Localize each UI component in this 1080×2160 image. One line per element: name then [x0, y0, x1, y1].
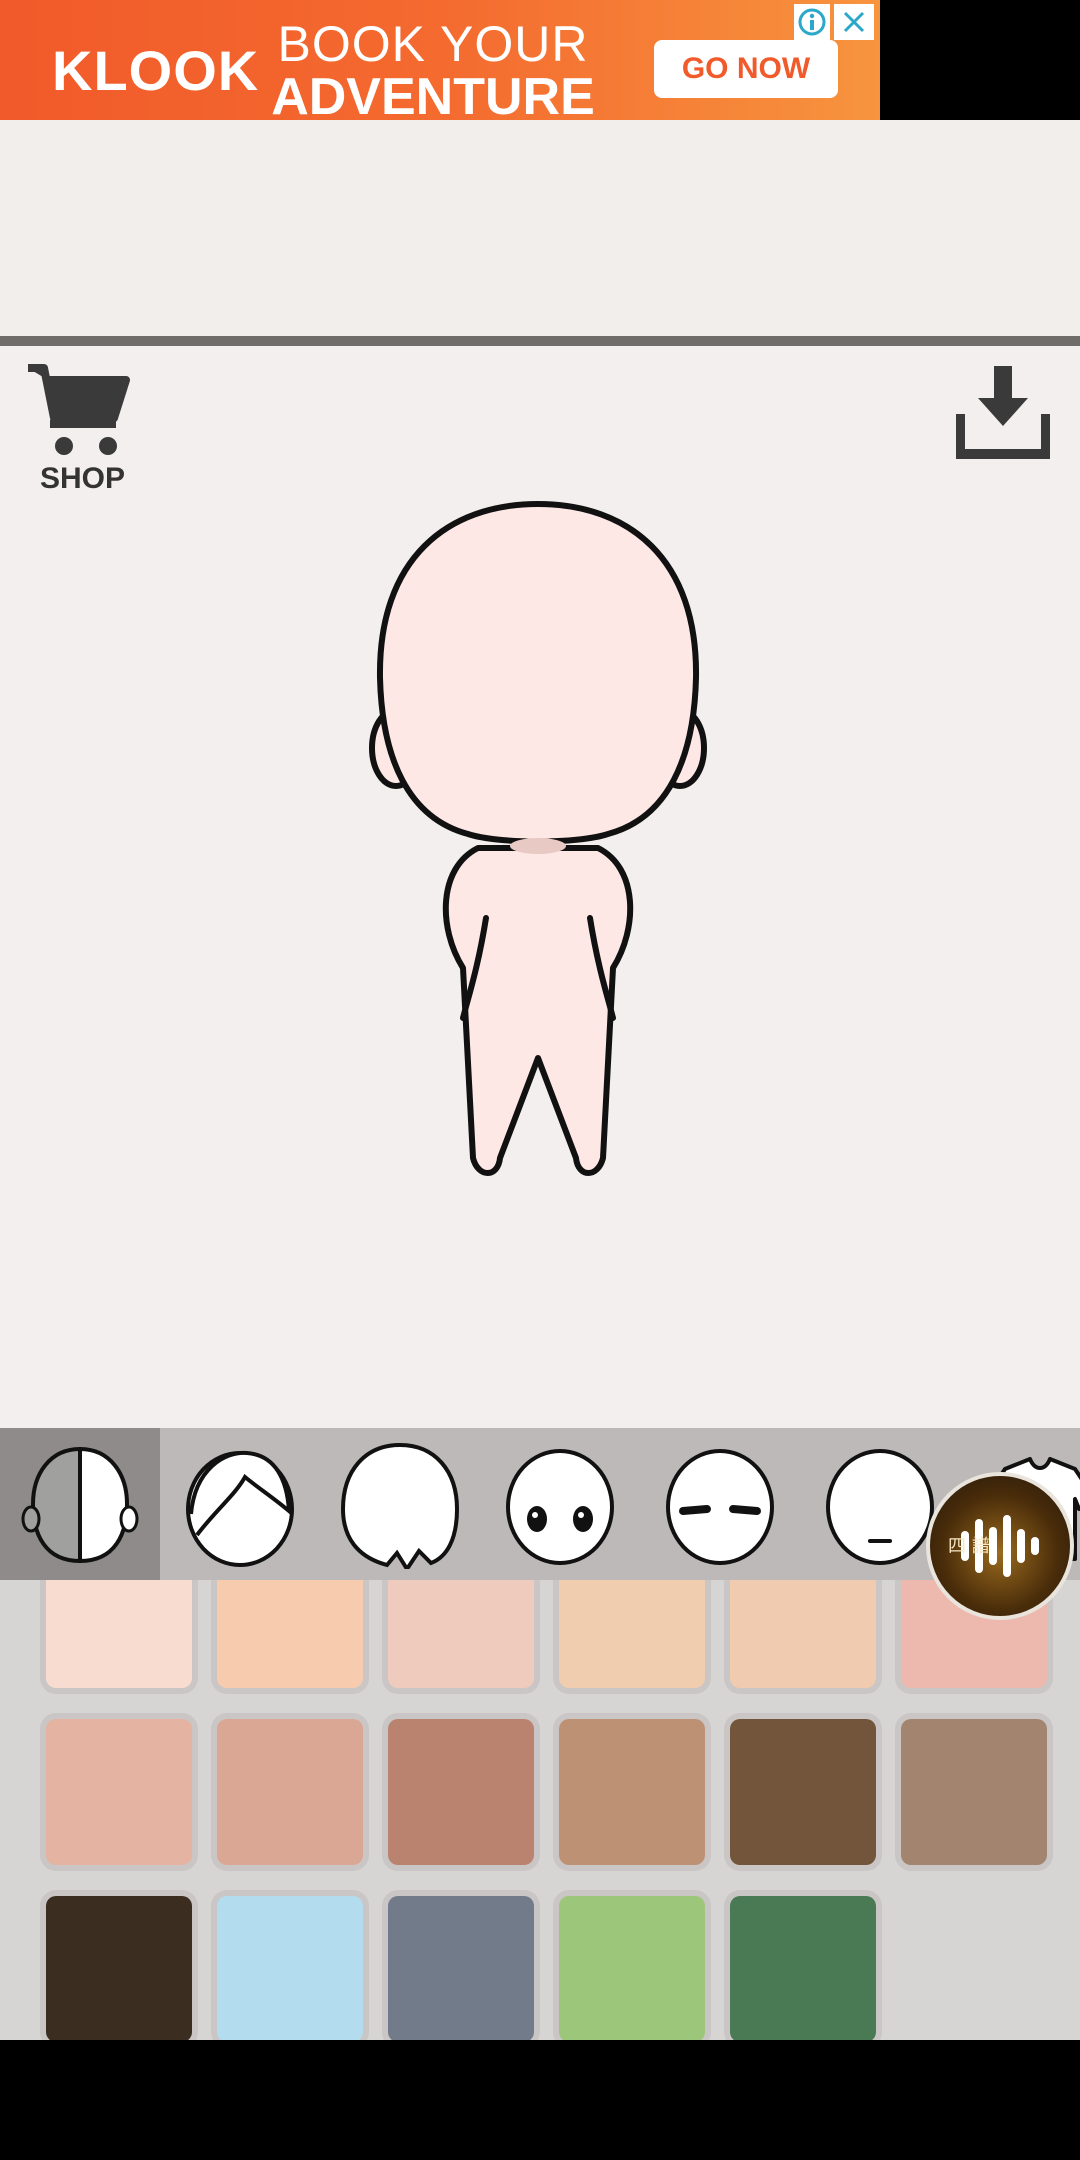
front-hair-icon [340, 1442, 460, 1569]
ad-banner[interactable]: KLOOK BOOK YOUR ADVENTURE GO NOW [0, 0, 880, 136]
skin-color-icon [21, 1446, 139, 1564]
download-button[interactable] [955, 364, 1051, 460]
info-icon[interactable] [794, 4, 830, 40]
category-eyes[interactable] [480, 1428, 640, 1580]
top-panel [0, 120, 1080, 336]
floating-music-button[interactable]: 四 譜 [926, 1472, 1074, 1620]
eyes-icon [506, 1449, 614, 1565]
color-swatch[interactable] [730, 1896, 876, 2040]
close-icon[interactable] [834, 4, 874, 40]
color-swatch[interactable] [730, 1719, 876, 1865]
panel-divider [0, 336, 1080, 346]
category-skin-color[interactable] [0, 1428, 160, 1580]
color-swatch[interactable] [559, 1580, 705, 1688]
ad-headline-line-2: ADVENTURE [271, 68, 595, 126]
color-swatch-grid [0, 1580, 1080, 2040]
color-swatch[interactable] [388, 1896, 534, 2040]
color-swatch[interactable] [46, 1719, 192, 1865]
back-hair-icon [186, 1450, 294, 1567]
color-swatch[interactable] [46, 1896, 192, 2040]
bottom-navigation-area [0, 2040, 1080, 2160]
color-swatch[interactable] [901, 1719, 1047, 1865]
color-swatch[interactable] [388, 1580, 534, 1688]
color-swatch[interactable] [217, 1719, 363, 1865]
eyebrows-icon [666, 1449, 774, 1565]
color-swatch[interactable] [217, 1896, 363, 2040]
category-bar [0, 1428, 1080, 1580]
color-swatch[interactable] [217, 1580, 363, 1688]
download-icon [955, 366, 1051, 459]
character-figure [369, 500, 707, 1176]
color-swatch[interactable] [730, 1580, 876, 1688]
ad-headline-line-1: BOOK YOUR [277, 16, 589, 72]
category-front-hair[interactable] [320, 1428, 480, 1580]
ad-brand-logo: KLOOK [52, 39, 260, 102]
color-swatch[interactable] [46, 1580, 192, 1688]
color-swatch[interactable] [559, 1896, 705, 2040]
cart-icon [28, 364, 130, 455]
music-overlay-text: 四 譜 [948, 1536, 990, 1557]
shop-label: SHOP [40, 462, 126, 495]
ad-headline: BOOK YOUR ADVENTURE [258, 18, 608, 124]
category-eyebrows[interactable] [640, 1428, 800, 1580]
category-back-hair[interactable] [160, 1428, 320, 1580]
ad-go-now-button[interactable]: GO NOW [654, 40, 838, 98]
color-swatch[interactable] [388, 1719, 534, 1865]
color-swatch[interactable] [559, 1719, 705, 1865]
shop-button[interactable]: SHOP [24, 358, 144, 498]
